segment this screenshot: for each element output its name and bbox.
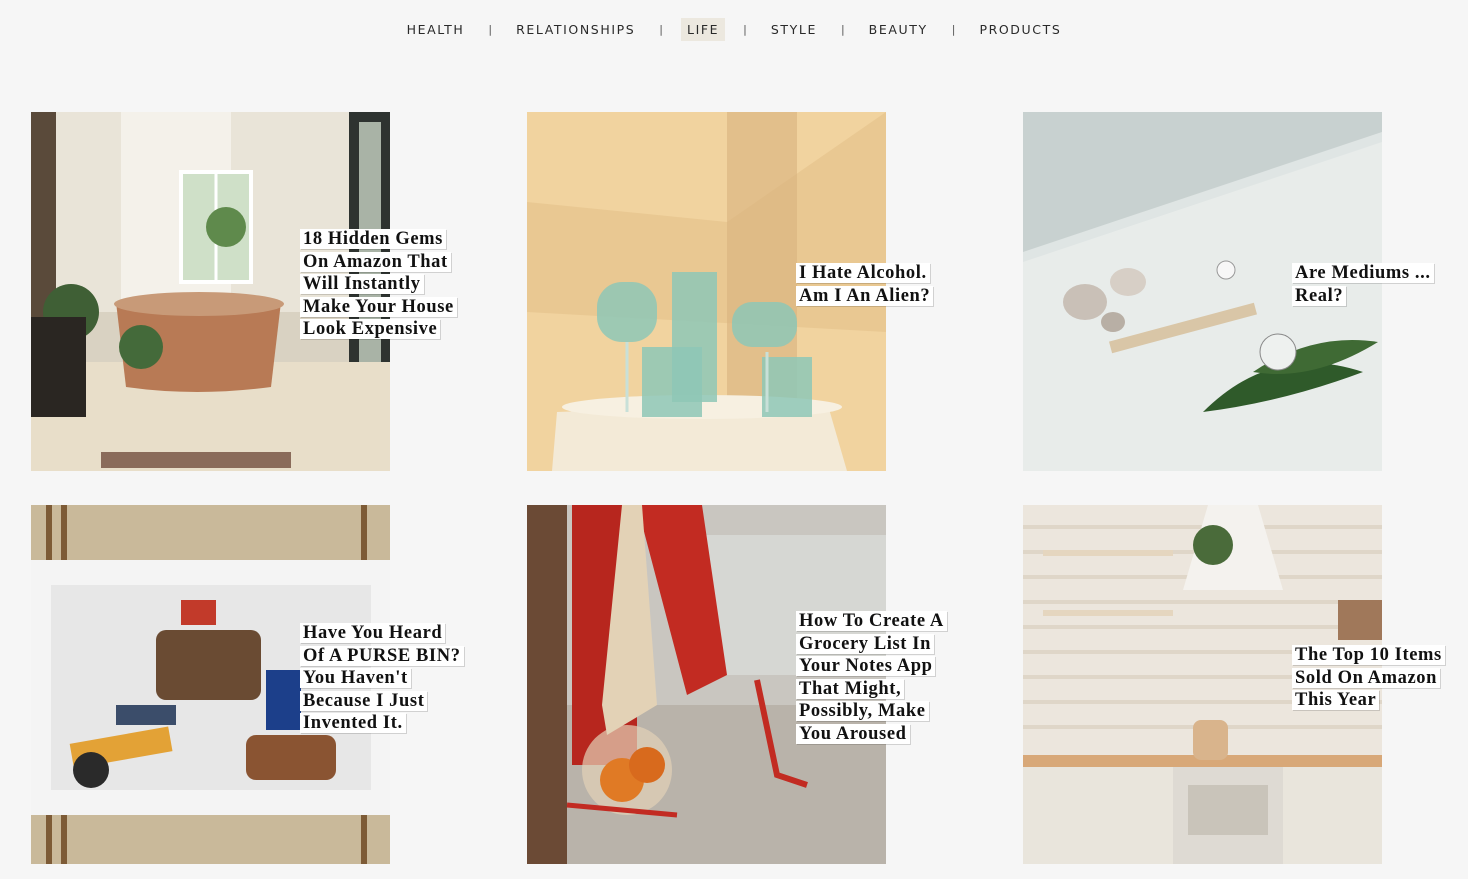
article-card[interactable]: I Hate Alcohol. Am I An Alien? xyxy=(527,112,934,471)
nav-life[interactable]: LIFE xyxy=(681,17,726,41)
article-card[interactable]: How To Create A Grocery List In Your Not… xyxy=(527,505,947,864)
nav-separator: | xyxy=(659,22,664,36)
nav-separator: | xyxy=(840,22,845,36)
article-title[interactable]: Have You Heard Of A PURSE BIN? You Haven… xyxy=(300,622,464,735)
nav-separator: | xyxy=(951,22,956,36)
article-card[interactable]: Are Mediums ... Real? xyxy=(1023,112,1434,471)
nav-separator: | xyxy=(743,22,747,36)
category-nav: HEALTH | RELATIONSHIPS | LIFE | STYLE | … xyxy=(0,16,1468,42)
article-title[interactable]: The Top 10 Items Sold On Amazon This Yea… xyxy=(1292,644,1445,712)
article-card[interactable]: Have You Heard Of A PURSE BIN? You Haven… xyxy=(31,505,464,864)
article-title[interactable]: Are Mediums ... Real? xyxy=(1292,262,1434,307)
article-title[interactable]: I Hate Alcohol. Am I An Alien? xyxy=(796,262,934,307)
nav-products[interactable]: PRODUCTS xyxy=(973,18,1067,41)
article-title[interactable]: 18 Hidden Gems On Amazon That Will Insta… xyxy=(300,228,457,341)
nav-relationships[interactable]: RELATIONSHIPS xyxy=(510,18,641,41)
article-card[interactable]: 18 Hidden Gems On Amazon That Will Insta… xyxy=(31,112,457,471)
nav-style[interactable]: STYLE xyxy=(765,18,823,41)
article-card[interactable]: The Top 10 Items Sold On Amazon This Yea… xyxy=(1023,505,1445,864)
nav-health[interactable]: HEALTH xyxy=(401,18,471,41)
article-title[interactable]: How To Create A Grocery List In Your Not… xyxy=(796,610,947,746)
nav-beauty[interactable]: BEAUTY xyxy=(863,18,934,41)
nav-separator: | xyxy=(488,22,493,36)
